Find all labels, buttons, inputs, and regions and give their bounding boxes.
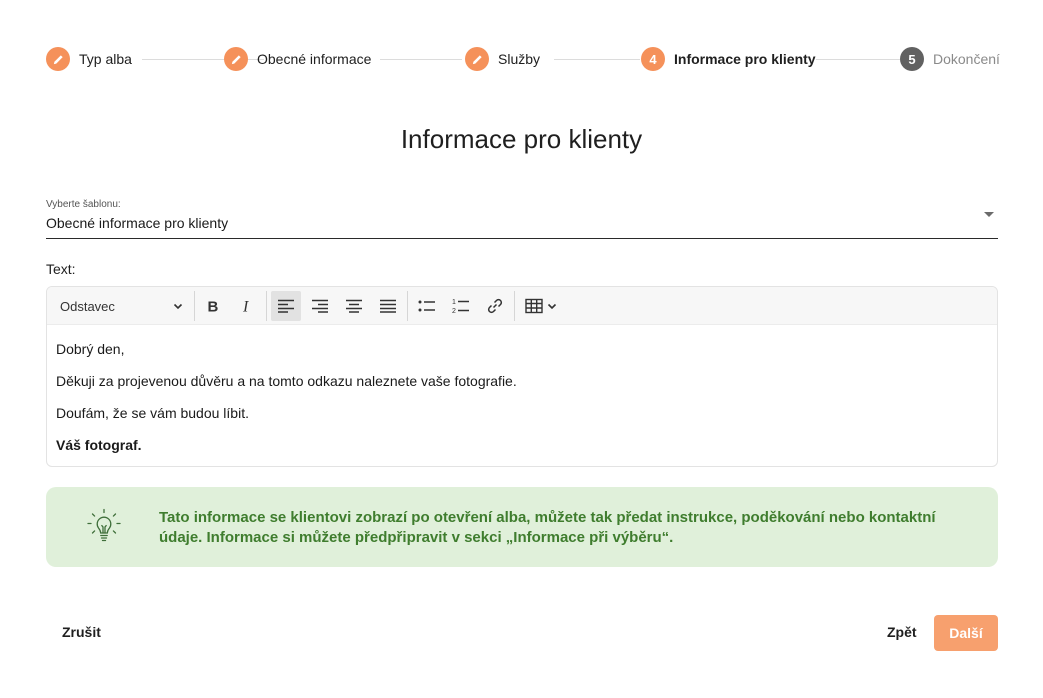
- paragraph-format-select[interactable]: Odstavec: [60, 291, 184, 321]
- numbered-list-icon[interactable]: 12: [446, 291, 476, 321]
- step-dokonceni[interactable]: 5 Dokončení: [900, 47, 1000, 71]
- italic-icon[interactable]: I: [234, 291, 260, 321]
- content-paragraph: Děkuji za projevenou důvěru a na tomto o…: [56, 373, 517, 389]
- align-center-icon[interactable]: [339, 291, 369, 321]
- content-paragraph: Dobrý den,: [56, 341, 125, 357]
- step-sluzby[interactable]: Služby: [465, 47, 540, 71]
- toolbar-separator: [514, 291, 515, 321]
- bulleted-list-icon[interactable]: [412, 291, 442, 321]
- step-connector: [816, 58, 900, 60]
- back-button[interactable]: Zpět: [887, 624, 917, 640]
- content-paragraph: Doufám, že se vám budou líbit.: [56, 405, 249, 421]
- info-box: Tato informace se klientovi zobrazí po o…: [46, 487, 998, 567]
- pencil-icon: [224, 47, 248, 71]
- info-text: Tato informace se klientovi zobrazí po o…: [159, 509, 936, 546]
- align-right-icon[interactable]: [305, 291, 335, 321]
- toolbar-separator: [407, 291, 408, 321]
- step-label: Obecné informace: [257, 51, 372, 67]
- chevron-down-icon: [173, 303, 183, 310]
- bold-icon[interactable]: B: [200, 291, 226, 321]
- step-label: Typ alba: [79, 51, 132, 67]
- page-title: Informace pro klienty: [400, 124, 643, 154]
- text-label: Text:: [46, 261, 76, 277]
- editor-toolbar: Odstavec B I 12: [47, 287, 997, 325]
- step-number: 4: [641, 47, 665, 71]
- pencil-icon: [465, 47, 489, 71]
- table-icon[interactable]: [520, 291, 562, 321]
- link-icon[interactable]: [480, 291, 510, 321]
- svg-text:B: B: [208, 299, 219, 315]
- template-select[interactable]: Vyberte šablonu: Obecné informace pro kl…: [46, 198, 998, 239]
- dropdown-arrow-icon: [984, 212, 994, 217]
- cancel-button[interactable]: Zrušit: [62, 624, 101, 640]
- toolbar-separator: [194, 291, 195, 321]
- step-label: Informace pro klienty: [674, 51, 816, 67]
- step-connector: [554, 58, 640, 60]
- step-obecne-informace[interactable]: Obecné informace: [224, 47, 371, 71]
- rich-text-editor: Odstavec B I 12 Dobrý den, Děkuji za pro…: [46, 286, 998, 467]
- align-left-icon[interactable]: [271, 291, 301, 321]
- toolbar-separator: [266, 291, 267, 321]
- svg-text:2: 2: [452, 308, 456, 314]
- svg-text:I: I: [242, 299, 249, 315]
- next-button[interactable]: Další: [934, 615, 998, 651]
- lightbulb-icon: [87, 508, 121, 542]
- stepper: Typ alba Obecné informace Služby 4 Infor…: [46, 47, 1000, 71]
- step-number: 5: [900, 47, 924, 71]
- template-select-value: Obecné informace pro klienty: [46, 215, 229, 231]
- template-select-label: Vyberte šablonu:: [46, 199, 121, 210]
- editor-content[interactable]: Dobrý den, Děkuji za projevenou důvěru a…: [47, 325, 997, 453]
- align-justify-icon[interactable]: [373, 291, 403, 321]
- chevron-down-icon: [547, 303, 556, 310]
- step-label: Služby: [498, 51, 541, 67]
- step-typ-alba[interactable]: Typ alba: [46, 47, 132, 71]
- paragraph-format-value: Odstavec: [60, 298, 115, 314]
- step-label: Dokončení: [933, 51, 1000, 67]
- svg-text:1: 1: [452, 299, 456, 306]
- step-informace-pro-klienty[interactable]: 4 Informace pro klienty: [641, 47, 816, 71]
- content-paragraph: Váš fotograf.: [56, 437, 142, 453]
- step-connector: [380, 58, 462, 60]
- pencil-icon: [46, 47, 70, 71]
